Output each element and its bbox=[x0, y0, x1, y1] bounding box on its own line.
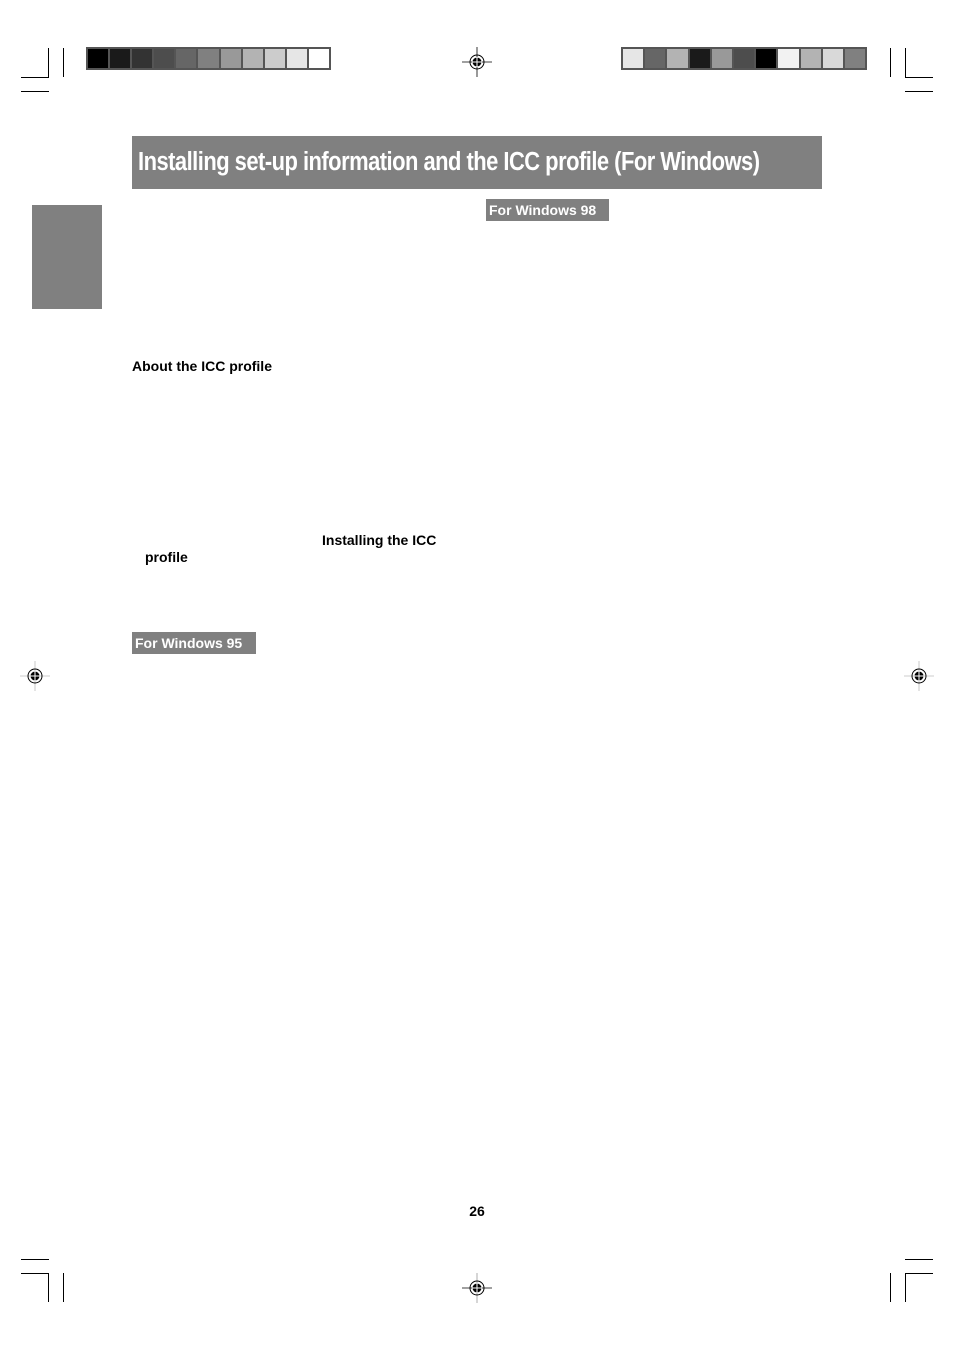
crop-mark-top-left-v1 bbox=[48, 48, 49, 77]
page-number: 26 bbox=[469, 1203, 485, 1219]
section-tag-windows98: For Windows 98 bbox=[486, 199, 609, 221]
crop-mark-bottom-right-v1 bbox=[890, 1273, 891, 1302]
gray-swatch bbox=[689, 49, 710, 68]
crop-mark-top-left-h2 bbox=[21, 91, 49, 92]
gray-swatch bbox=[132, 49, 153, 68]
page-title: Installing set-up information and the IC… bbox=[138, 148, 760, 176]
gray-swatch bbox=[711, 49, 732, 68]
gray-scale-bar-left bbox=[86, 47, 331, 70]
gray-swatch bbox=[154, 49, 175, 68]
heading-installing-icc-line2: profile bbox=[145, 549, 188, 565]
gray-swatch bbox=[286, 49, 307, 68]
heading-about-icc-profile: About the ICC profile bbox=[132, 358, 272, 374]
crop-mark-bottom-left-h2 bbox=[21, 1259, 49, 1260]
gray-swatch bbox=[778, 49, 799, 68]
heading-installing-icc-line1: Installing the ICC bbox=[322, 532, 437, 548]
registration-mark-left-icon bbox=[20, 661, 50, 691]
crop-mark-top-left-h1 bbox=[21, 77, 49, 78]
gray-swatch bbox=[733, 49, 755, 68]
registration-mark-right-icon bbox=[904, 661, 934, 691]
crop-mark-bottom-left-v2 bbox=[63, 1273, 64, 1302]
crop-mark-top-right-v1 bbox=[890, 48, 891, 77]
gray-swatch bbox=[800, 49, 821, 68]
registration-mark-top-icon bbox=[462, 47, 492, 77]
crop-mark-bottom-right-v2 bbox=[905, 1273, 906, 1302]
registration-mark-bottom-icon bbox=[462, 1273, 492, 1303]
gray-swatch bbox=[667, 49, 688, 68]
gray-swatch bbox=[264, 49, 285, 68]
gray-swatch bbox=[308, 49, 330, 68]
crop-mark-bottom-left-v1 bbox=[48, 1273, 49, 1302]
crop-mark-top-left-v2 bbox=[63, 48, 64, 77]
gray-swatch bbox=[844, 49, 866, 68]
section-tag-windows95: For Windows 95 bbox=[132, 632, 256, 654]
gray-swatch bbox=[242, 49, 263, 68]
gray-swatch bbox=[110, 49, 131, 68]
side-section-tab bbox=[32, 205, 102, 309]
gray-swatch bbox=[198, 49, 219, 68]
gray-swatch bbox=[176, 49, 197, 68]
gray-swatch bbox=[88, 49, 109, 68]
crop-mark-bottom-left-h1 bbox=[21, 1273, 49, 1274]
crop-mark-top-right-h2 bbox=[905, 91, 933, 92]
page-title-banner: Installing set-up information and the IC… bbox=[132, 136, 822, 189]
gray-swatch bbox=[220, 49, 241, 68]
crop-mark-top-right-h1 bbox=[905, 77, 933, 78]
gray-scale-bar-right bbox=[621, 47, 867, 70]
crop-mark-top-right-v2 bbox=[905, 48, 906, 77]
gray-swatch bbox=[756, 49, 777, 68]
crop-mark-bottom-right-h2 bbox=[905, 1259, 933, 1260]
gray-swatch bbox=[623, 49, 644, 68]
crop-mark-bottom-right-h1 bbox=[905, 1273, 933, 1274]
gray-swatch bbox=[822, 49, 843, 68]
gray-swatch bbox=[645, 49, 666, 68]
